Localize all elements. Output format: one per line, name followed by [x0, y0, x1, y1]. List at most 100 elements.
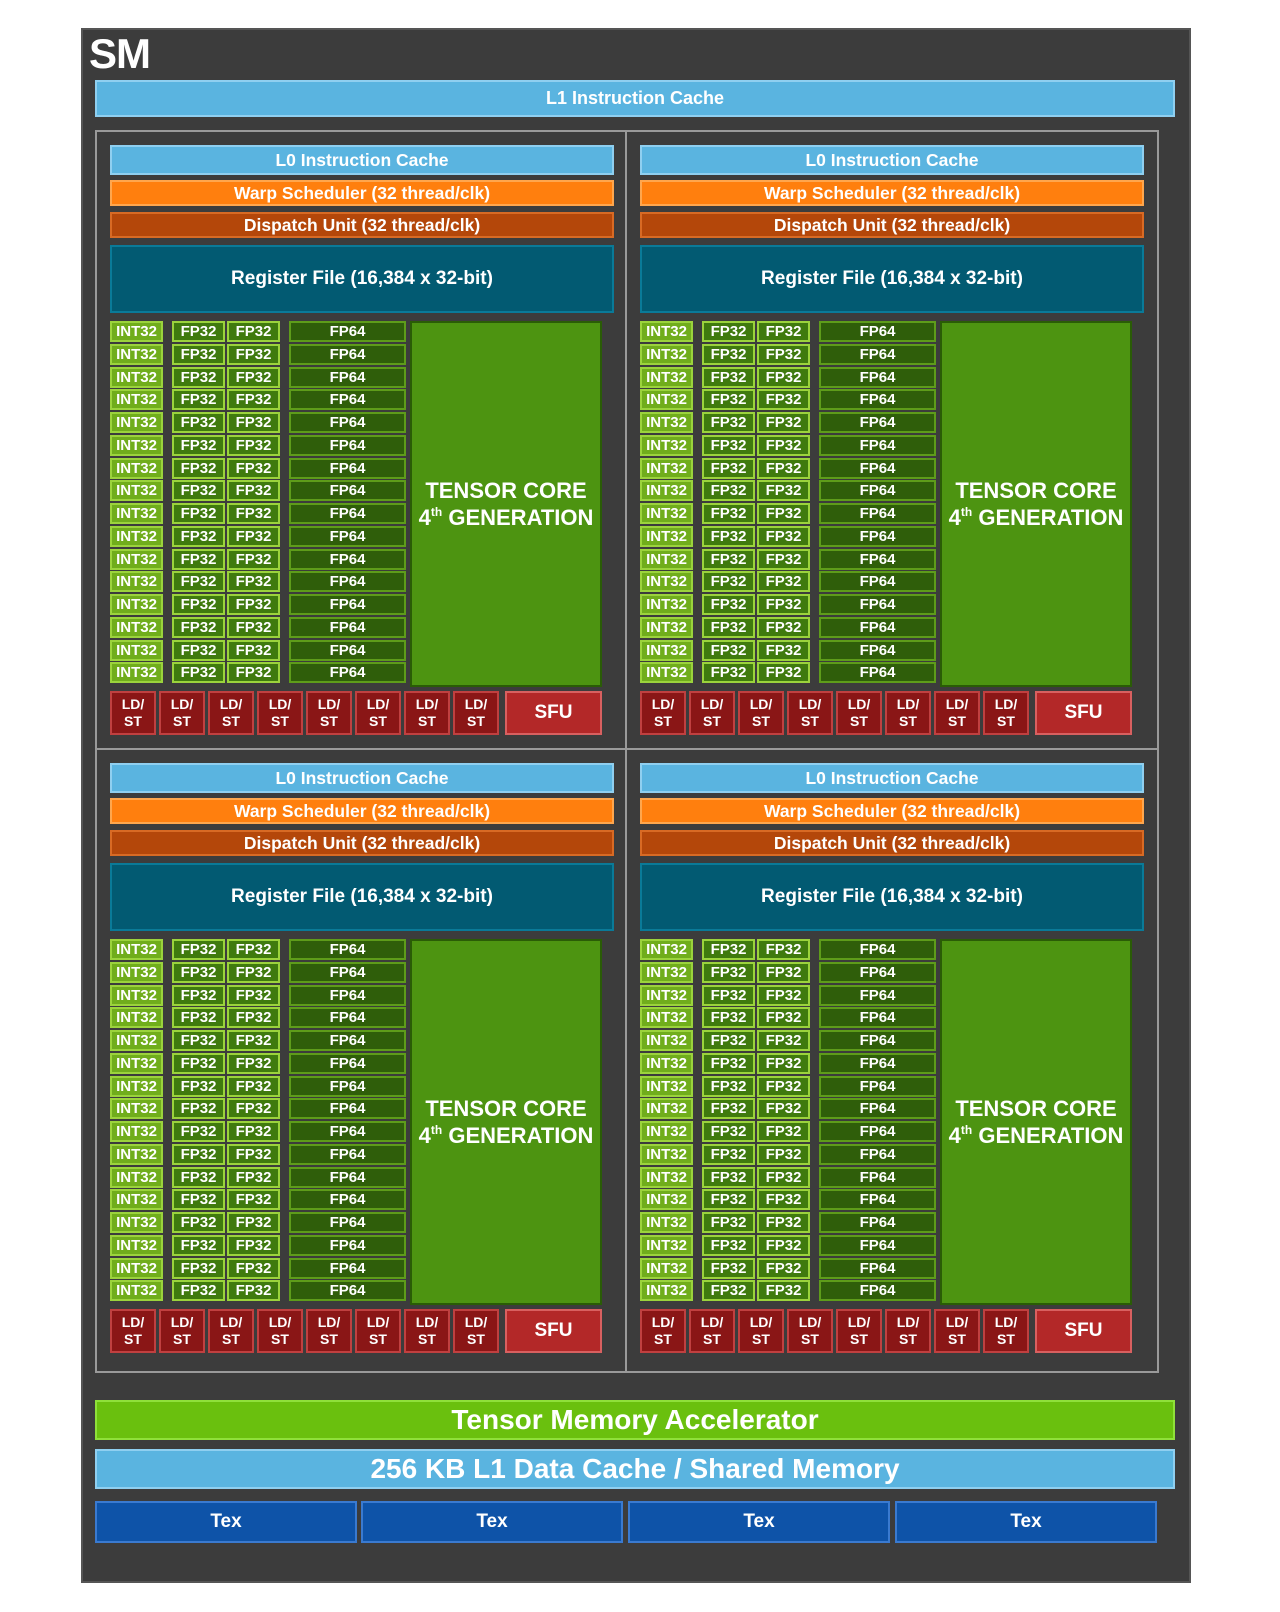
int32-unit: INT32 [640, 389, 693, 411]
fp32-unit: FP32 [757, 389, 810, 411]
fp64-unit: FP64 [289, 1257, 406, 1279]
fp32-unit: FP32 [172, 343, 225, 365]
fp32-unit: FP32 [757, 480, 810, 502]
fp32-unit: FP32 [172, 1052, 225, 1074]
fp64-unit: FP64 [819, 1234, 936, 1256]
int32-unit: INT32 [110, 343, 163, 365]
fp32-unit: FP32 [172, 389, 225, 411]
ld-st-label-bottom: ST [654, 1331, 672, 1347]
fp32-unit: FP32 [227, 1030, 280, 1051]
fp64-unit: FP64 [289, 321, 406, 342]
ld-st-label-top: LD/ [415, 696, 439, 712]
int32-unit: INT32 [110, 457, 163, 479]
int32-unit: INT32 [640, 1075, 693, 1097]
ld-st-label-top: LD/ [798, 696, 822, 712]
ld-st-unit: LD/ST [640, 691, 686, 735]
tensor-core-title: TENSOR CORE [955, 478, 1117, 503]
fp32-unit: FP32 [172, 1257, 225, 1279]
fp64-unit: FP64 [289, 616, 406, 638]
int32-unit: INT32 [640, 1166, 693, 1188]
fp32-unit: FP32 [702, 1121, 755, 1142]
fp64-unit: FP64 [289, 1030, 406, 1051]
fp32-unit: FP32 [757, 961, 810, 983]
tensor-core-ordinal-suffix: th [430, 505, 443, 519]
int32-unit: INT32 [110, 366, 163, 388]
int32-unit: INT32 [640, 457, 693, 479]
int32-unit: INT32 [640, 616, 693, 638]
fp32-unit: FP32 [227, 366, 280, 388]
fp64-unit: FP64 [819, 389, 936, 411]
tensor-core-generation: 4th GENERATION [949, 504, 1124, 531]
fp64-unit: FP64 [819, 548, 936, 570]
fp32-unit: FP32 [757, 366, 810, 388]
fp32-unit: FP32 [172, 548, 225, 570]
fp32-unit: FP32 [702, 939, 755, 960]
ld-st-label-bottom: ST [997, 1331, 1015, 1347]
ld-st-label-bottom: ST [369, 713, 387, 729]
fp64-unit: FP64 [819, 594, 936, 615]
processing-partition: L0 Instruction Cache Warp Scheduler (32 t… [95, 748, 629, 1373]
fp64-unit: FP64 [819, 434, 936, 456]
tensor-core-generation-label: GENERATION [448, 505, 594, 530]
fp32-unit: FP32 [172, 457, 225, 479]
ld-st-unit: LD/ST [836, 691, 882, 735]
int32-unit: INT32 [110, 480, 163, 502]
fp32-unit: FP32 [757, 1212, 810, 1233]
fp32-unit: FP32 [757, 548, 810, 570]
fp64-unit: FP64 [289, 1189, 406, 1211]
fp32-unit: FP32 [172, 1007, 225, 1029]
int32-unit: INT32 [110, 984, 163, 1006]
fp64-unit: FP64 [289, 548, 406, 570]
fp64-unit: FP64 [819, 1052, 936, 1074]
fp32-unit: FP32 [227, 1166, 280, 1188]
fp32-unit: FP32 [702, 525, 755, 547]
int32-unit: INT32 [640, 548, 693, 570]
fp32-unit: FP32 [172, 1234, 225, 1256]
tensor-core-title: TENSOR CORE [425, 1096, 587, 1121]
fp32-unit: FP32 [227, 434, 280, 456]
register-file: Register File (16,384 x 32-bit) [640, 863, 1144, 931]
fp64-unit: FP64 [819, 1189, 936, 1211]
ld-st-label-bottom: ST [703, 713, 721, 729]
fp32-unit: FP32 [172, 1121, 225, 1142]
fp64-unit: FP64 [289, 594, 406, 615]
fp32-unit: FP32 [702, 571, 755, 593]
fp32-unit: FP32 [702, 1143, 755, 1165]
fp32-unit: FP32 [702, 639, 755, 661]
fp32-unit: FP32 [172, 939, 225, 960]
ld-st-label-top: LD/ [896, 1314, 920, 1330]
int32-unit: INT32 [640, 1189, 693, 1211]
int32-unit: INT32 [640, 1212, 693, 1233]
fp32-unit: FP32 [227, 480, 280, 502]
fp32-unit: FP32 [702, 1098, 755, 1120]
fp64-unit: FP64 [289, 412, 406, 433]
ld-st-label-bottom: ST [271, 1331, 289, 1347]
ld-st-unit: LD/ST [257, 1309, 303, 1353]
tensor-core-ordinal: 4 [948, 505, 961, 530]
fp32-unit: FP32 [172, 571, 225, 593]
sm-block: SM L1 Instruction Cache L0 Instruction C… [81, 28, 1191, 1583]
ld-st-unit: LD/ST [453, 691, 499, 735]
int32-unit: INT32 [110, 594, 163, 615]
tensor-core-generation: 4th GENERATION [419, 1122, 594, 1149]
fp32-unit: FP32 [757, 457, 810, 479]
sfu-unit: SFU [505, 1309, 602, 1353]
ld-st-label-bottom: ST [899, 1331, 917, 1347]
ld-st-label-top: LD/ [121, 696, 145, 712]
int32-unit: INT32 [110, 1212, 163, 1233]
fp32-unit: FP32 [227, 503, 280, 524]
fp32-unit: FP32 [702, 616, 755, 638]
fp32-unit: FP32 [757, 1030, 810, 1051]
warp-scheduler: Warp Scheduler (32 thread/clk) [640, 180, 1144, 206]
fp32-unit: FP32 [702, 343, 755, 365]
fp32-unit: FP32 [172, 1189, 225, 1211]
int32-unit: INT32 [110, 548, 163, 570]
int32-unit: INT32 [110, 1280, 163, 1302]
fp32-unit: FP32 [227, 571, 280, 593]
int32-unit: INT32 [640, 503, 693, 524]
fp32-unit: FP32 [227, 961, 280, 983]
fp64-unit: FP64 [289, 1052, 406, 1074]
fp32-unit: FP32 [172, 1143, 225, 1165]
tensor-core: TENSOR CORE 4th GENERATION [940, 939, 1132, 1305]
tensor-core-ordinal-suffix: th [960, 1123, 973, 1137]
